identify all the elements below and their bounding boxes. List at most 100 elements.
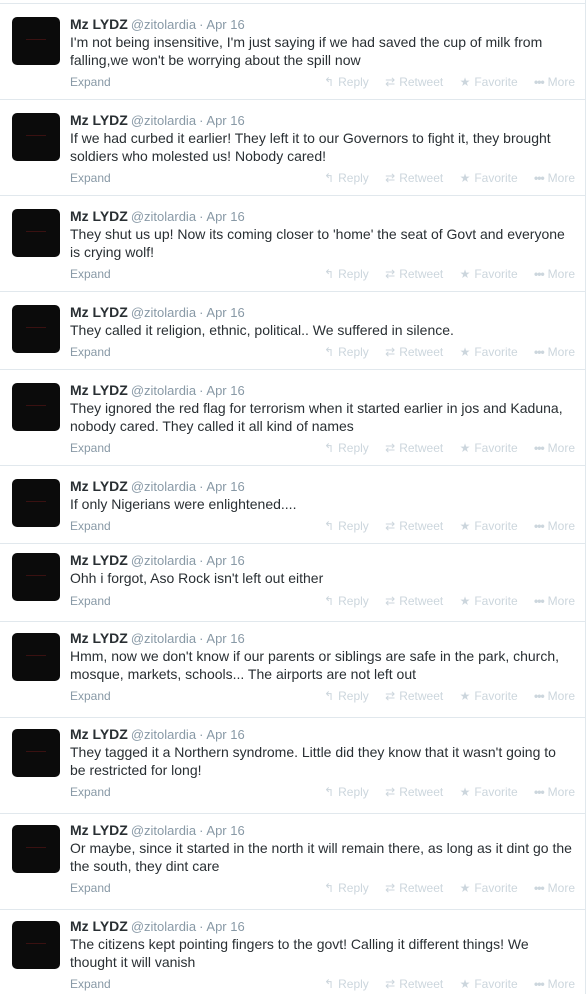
retweet-button[interactable]: ⇄ Retweet — [385, 345, 443, 359]
timestamp[interactable]: Apr 16 — [206, 17, 244, 32]
retweet-button[interactable]: ⇄ Retweet — [385, 441, 443, 455]
reply-button[interactable]: ↰ Reply — [324, 881, 369, 895]
more-button[interactable]: ••• More — [534, 519, 575, 533]
retweet-button[interactable]: ⇄ Retweet — [385, 977, 443, 991]
more-button[interactable]: ••• More — [534, 977, 575, 991]
username[interactable]: @zitolardia — [131, 919, 196, 934]
tweet[interactable]: Mz LYDZ @zitolardia · Apr 16 The citizens k… — [0, 909, 585, 994]
tweet[interactable]: Mz LYDZ @zitolardia · Apr 16 If we had curb… — [0, 99, 585, 195]
more-button[interactable]: ••• More — [534, 345, 575, 359]
fullname[interactable]: Mz LYDZ — [70, 382, 128, 398]
timestamp[interactable]: Apr 16 — [206, 305, 244, 320]
favorite-button[interactable]: ★ Favorite — [460, 345, 518, 359]
favorite-button[interactable]: ★ Favorite — [460, 689, 518, 703]
avatar[interactable] — [12, 209, 60, 257]
tweet[interactable]: Mz LYDZ @zitolardia · Apr 16 They ignored t… — [0, 369, 585, 465]
timestamp[interactable]: Apr 16 — [206, 113, 244, 128]
favorite-button[interactable]: ★ Favorite — [460, 977, 518, 991]
retweet-button[interactable]: ⇄ Retweet — [385, 689, 443, 703]
favorite-button[interactable]: ★ Favorite — [460, 267, 518, 281]
fullname[interactable]: Mz LYDZ — [70, 16, 128, 32]
avatar[interactable] — [12, 633, 60, 681]
expand-link[interactable]: Expand — [70, 689, 111, 703]
username[interactable]: @zitolardia — [131, 631, 196, 646]
favorite-button[interactable]: ★ Favorite — [460, 785, 518, 799]
more-button[interactable]: ••• More — [534, 881, 575, 895]
avatar[interactable] — [12, 113, 60, 161]
reply-button[interactable]: ↰ Reply — [324, 519, 369, 533]
favorite-button[interactable]: ★ Favorite — [460, 881, 518, 895]
favorite-button[interactable]: ★ Favorite — [460, 75, 518, 89]
more-button[interactable]: ••• More — [534, 267, 575, 281]
tweet[interactable]: Mz LYDZ @zitolardia · Apr 16 Or maybe, sinc… — [0, 813, 585, 909]
timestamp[interactable]: Apr 16 — [206, 823, 244, 838]
more-button[interactable]: ••• More — [534, 75, 575, 89]
fullname[interactable]: Mz LYDZ — [70, 726, 128, 742]
favorite-button[interactable]: ★ Favorite — [460, 519, 518, 533]
reply-button[interactable]: ↰ Reply — [324, 345, 369, 359]
tweet[interactable]: Mz LYDZ @zitolardia · Apr 16 They tagged it… — [0, 717, 585, 813]
username[interactable]: @zitolardia — [131, 823, 196, 838]
fullname[interactable]: Mz LYDZ — [70, 822, 128, 838]
fullname[interactable]: Mz LYDZ — [70, 208, 128, 224]
expand-link[interactable]: Expand — [70, 171, 111, 185]
username[interactable]: @zitolardia — [131, 17, 196, 32]
more-button[interactable]: ••• More — [534, 689, 575, 703]
fullname[interactable]: Mz LYDZ — [70, 630, 128, 646]
timestamp[interactable]: Apr 16 — [206, 919, 244, 934]
avatar[interactable] — [12, 305, 60, 353]
expand-link[interactable]: Expand — [70, 881, 111, 895]
fullname[interactable]: Mz LYDZ — [70, 552, 128, 568]
favorite-button[interactable]: ★ Favorite — [460, 171, 518, 185]
more-button[interactable]: ••• More — [534, 594, 575, 608]
avatar[interactable] — [12, 479, 60, 527]
expand-link[interactable]: Expand — [70, 977, 111, 991]
avatar[interactable] — [12, 825, 60, 873]
reply-button[interactable]: ↰ Reply — [324, 171, 369, 185]
more-button[interactable]: ••• More — [534, 785, 575, 799]
expand-link[interactable]: Expand — [70, 75, 111, 89]
timestamp[interactable]: Apr 16 — [206, 383, 244, 398]
expand-link[interactable]: Expand — [70, 267, 111, 281]
tweet[interactable]: Mz LYDZ @zitolardia · Apr 16 If only Nigeri… — [0, 465, 585, 543]
retweet-button[interactable]: ⇄ Retweet — [385, 785, 443, 799]
expand-link[interactable]: Expand — [70, 519, 111, 533]
expand-link[interactable]: Expand — [70, 345, 111, 359]
retweet-button[interactable]: ⇄ Retweet — [385, 519, 443, 533]
retweet-button[interactable]: ⇄ Retweet — [385, 75, 443, 89]
expand-link[interactable]: Expand — [70, 594, 111, 608]
fullname[interactable]: Mz LYDZ — [70, 304, 128, 320]
timestamp[interactable]: Apr 16 — [206, 631, 244, 646]
reply-button[interactable]: ↰ Reply — [324, 75, 369, 89]
fullname[interactable]: Mz LYDZ — [70, 478, 128, 494]
reply-button[interactable]: ↰ Reply — [324, 441, 369, 455]
reply-button[interactable]: ↰ Reply — [324, 689, 369, 703]
timestamp[interactable]: Apr 16 — [206, 209, 244, 224]
reply-button[interactable]: ↰ Reply — [324, 977, 369, 991]
username[interactable]: @zitolardia — [131, 383, 196, 398]
username[interactable]: @zitolardia — [131, 209, 196, 224]
retweet-button[interactable]: ⇄ Retweet — [385, 171, 443, 185]
fullname[interactable]: Mz LYDZ — [70, 918, 128, 934]
reply-button[interactable]: ↰ Reply — [324, 594, 369, 608]
timestamp[interactable]: Apr 16 — [206, 553, 244, 568]
tweet[interactable]: Mz LYDZ @zitolardia · Apr 16 I'm not being … — [0, 3, 585, 99]
avatar[interactable] — [12, 553, 60, 601]
reply-button[interactable]: ↰ Reply — [324, 267, 369, 281]
retweet-button[interactable]: ⇄ Retweet — [385, 267, 443, 281]
tweet[interactable]: Mz LYDZ @zitolardia · Apr 16 Hmm, now we do… — [0, 621, 585, 717]
more-button[interactable]: ••• More — [534, 171, 575, 185]
fullname[interactable]: Mz LYDZ — [70, 112, 128, 128]
more-button[interactable]: ••• More — [534, 441, 575, 455]
tweet[interactable]: Mz LYDZ @zitolardia · Apr 16 Ohh i forgot, … — [0, 543, 585, 621]
username[interactable]: @zitolardia — [131, 305, 196, 320]
avatar[interactable] — [12, 17, 60, 65]
retweet-button[interactable]: ⇄ Retweet — [385, 594, 443, 608]
username[interactable]: @zitolardia — [131, 553, 196, 568]
avatar[interactable] — [12, 729, 60, 777]
username[interactable]: @zitolardia — [131, 479, 196, 494]
expand-link[interactable]: Expand — [70, 441, 111, 455]
username[interactable]: @zitolardia — [131, 727, 196, 742]
avatar[interactable] — [12, 383, 60, 431]
username[interactable]: @zitolardia — [131, 113, 196, 128]
